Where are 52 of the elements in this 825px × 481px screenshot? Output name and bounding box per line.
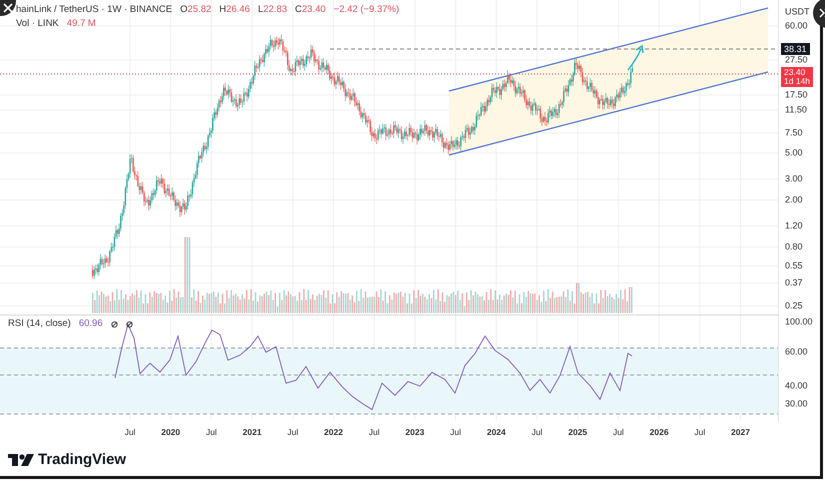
time-tick: 2024 [486,426,506,439]
time-tick: Jul [206,426,217,439]
time-tick: 2020 [161,426,180,439]
time-tick: Jul [450,426,462,439]
price-tick: 0.55 [785,259,803,272]
price-tick: 11.50 [785,103,807,116]
time-tick: 2027 [731,426,750,439]
rsi-tick: 100.00 [785,315,813,328]
ohlc-value: C23.40 [295,3,326,17]
price-tick: 17.50 [785,88,808,102]
rsi-value: 60.96 [78,317,103,331]
price-tick: 0.25 [785,299,803,312]
time-tick: Jul [368,426,380,439]
volume-value: 49.7 M [66,17,96,32]
time-tick: Jul [287,426,298,439]
close-icon [3,3,13,13]
time-tick: Jul [612,426,624,439]
rsi-tick: 60.00 [785,345,808,358]
ohlc-value: H26.46 [219,3,250,17]
currency-label: USDT [785,5,810,18]
ohlc-value: L22.83 [258,3,288,17]
time-tick: Jul [532,426,542,439]
rsi-tick: 40.00 [785,379,808,392]
time-tick: Jul [124,426,136,439]
chart-symbol: hainLink / TetherUS · 1W · BINANCE [16,3,172,17]
brand-name: TradingView [38,450,126,470]
visibility-icon[interactable] [110,320,118,328]
volume-label: Vol · LINK [16,17,59,32]
logo-icon [8,454,34,466]
time-tick: 2026 [650,426,669,439]
time-tick: 2021 [242,426,262,439]
price-tick: 27.50 [785,53,808,66]
visibility-icon[interactable] [126,320,133,328]
price-tick: 60.00 [785,19,808,32]
price-tick: 3.00 [785,172,803,186]
rsi-tick: 30.00 [785,397,808,410]
last-price-badge: 23.40 1d 14h [781,67,813,87]
ohlc-value: O25.82 [180,3,212,17]
price-tick: 7.50 [785,126,803,140]
target-price: 38.31 [781,43,810,55]
time-tick: 2022 [324,426,343,439]
price-tick: 5.00 [785,146,803,160]
price-tick: 0.80 [785,240,803,254]
price-change: −2.42 (−9.37%) [334,3,400,17]
rsi-label: RSI (14, close) [8,317,71,331]
time-tick: 2023 [405,426,424,439]
price-tick: 2.00 [785,193,803,206]
time-tick: Jul [694,426,706,439]
arrow-icon [627,44,644,70]
time-tick: 2025 [568,426,588,439]
price-tick: 1.20 [785,219,803,232]
price-tick: 0.37 [785,276,803,290]
